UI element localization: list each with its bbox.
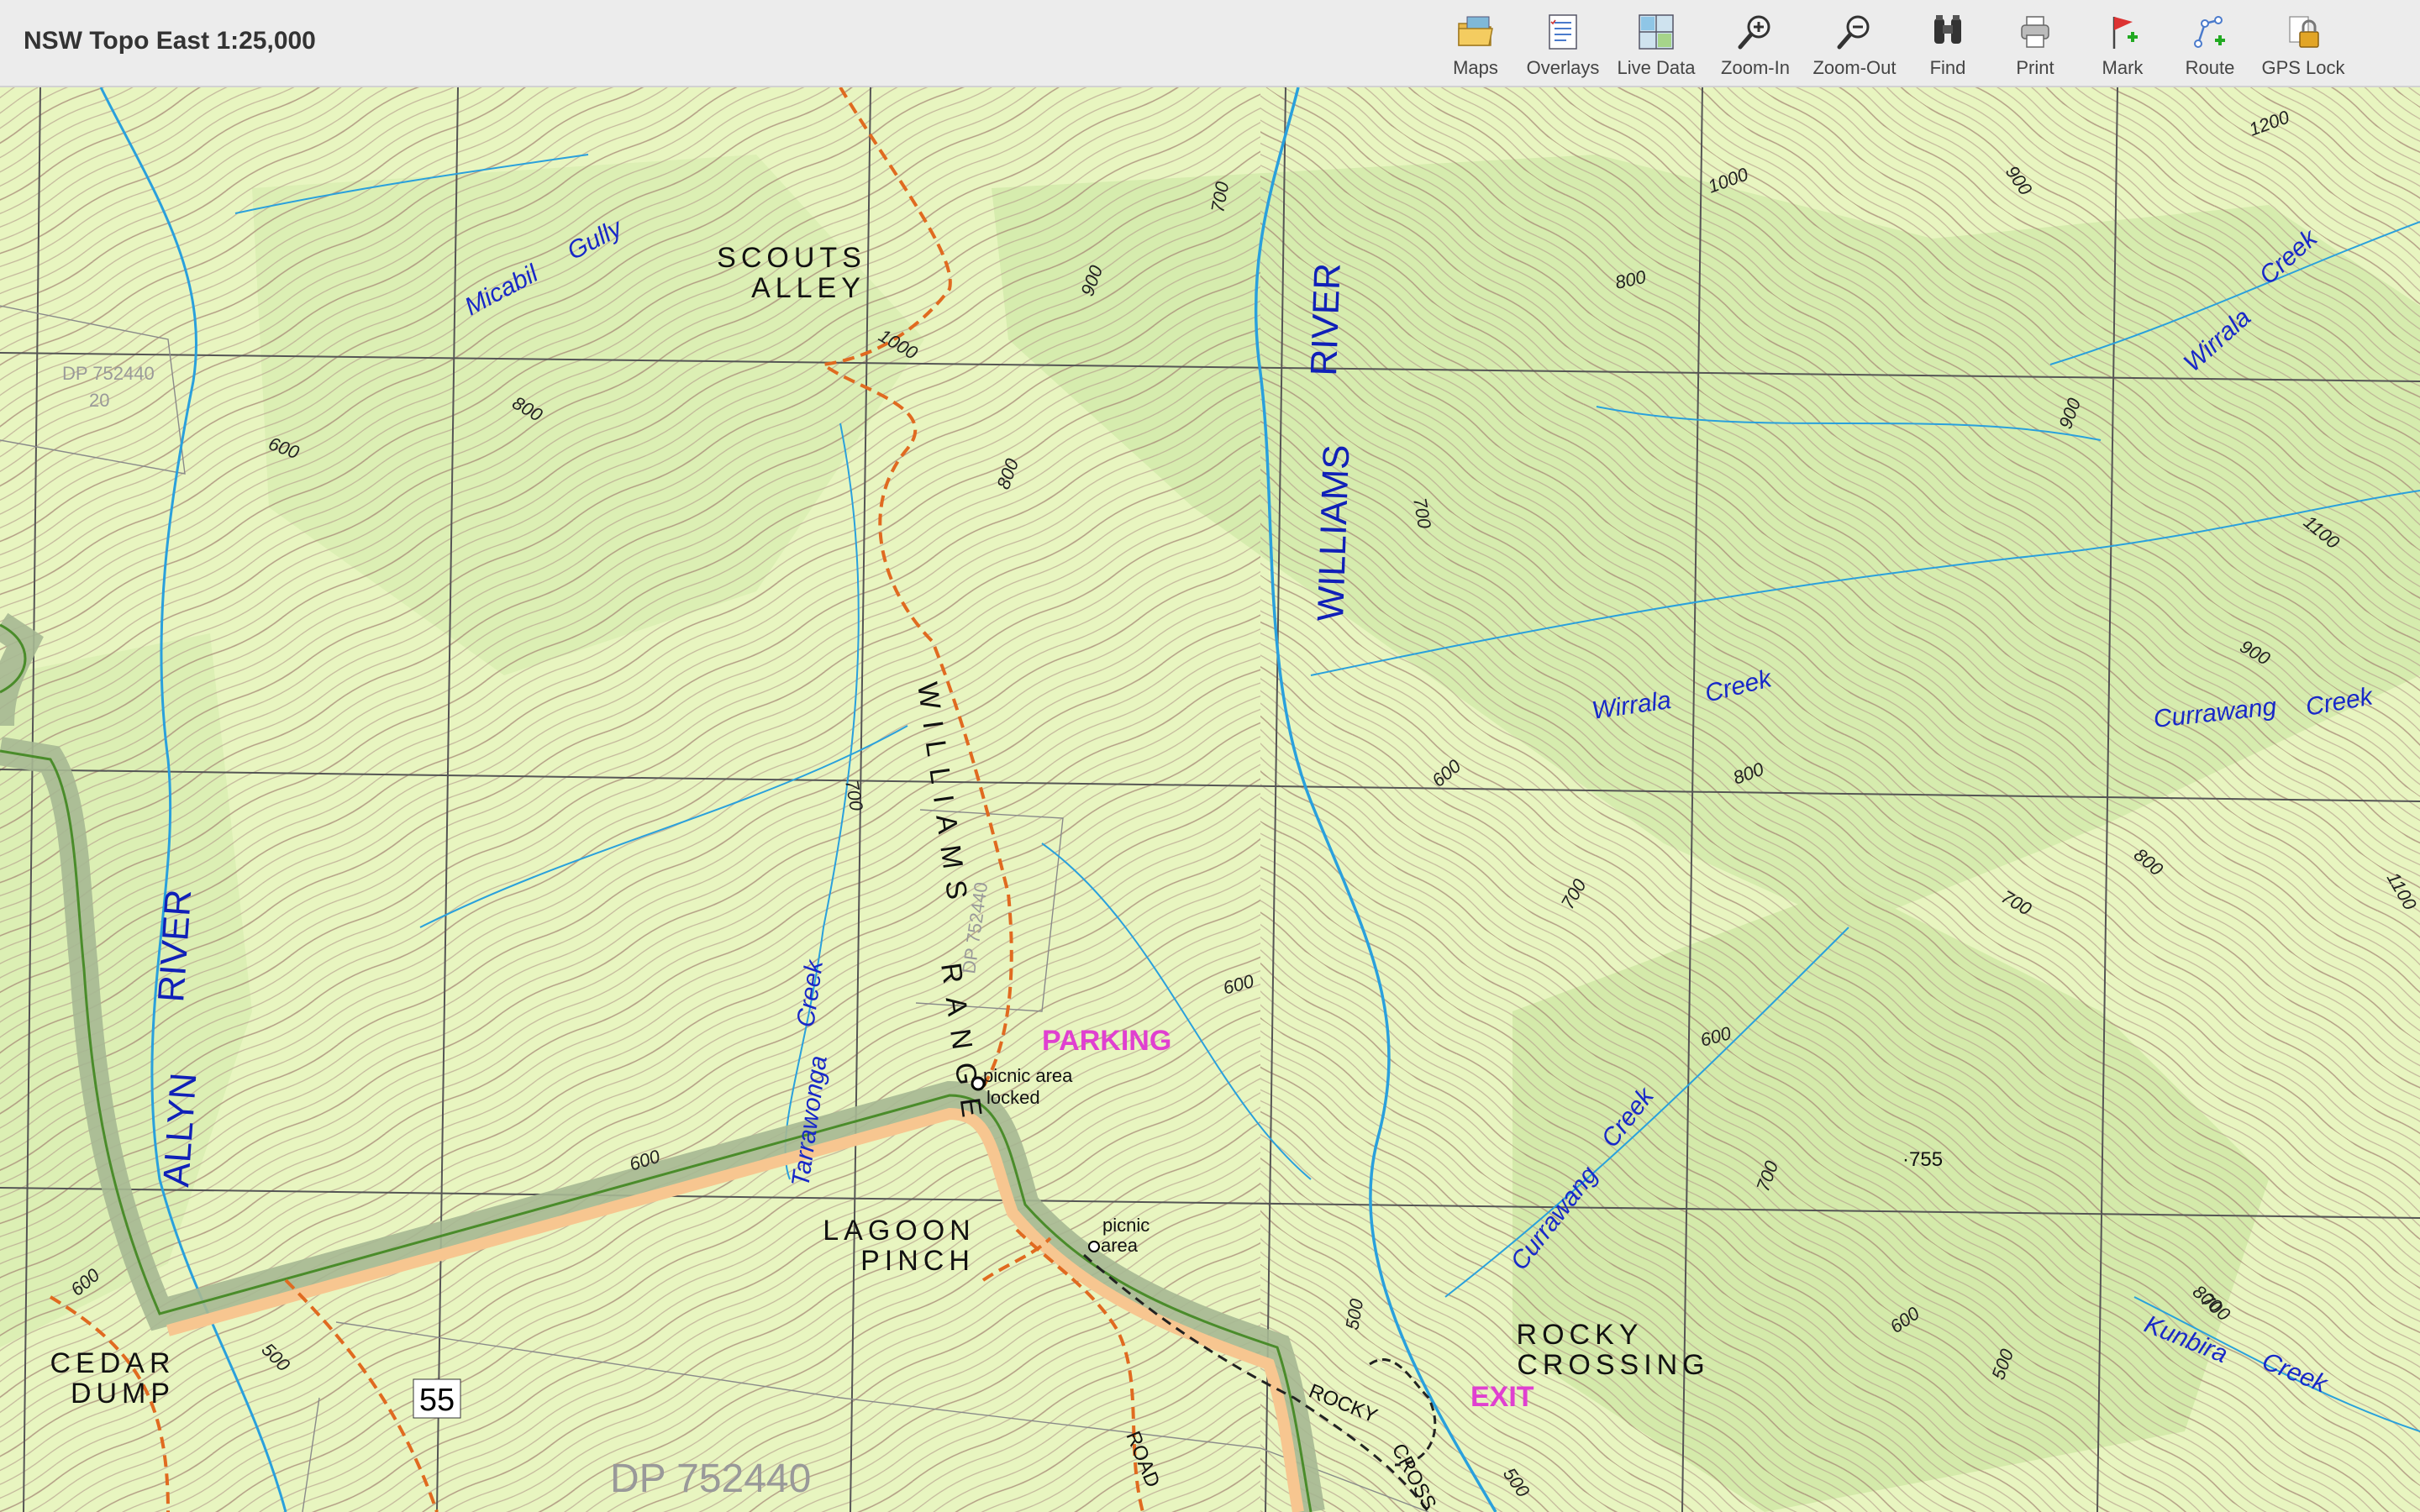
williams-river-label-2: WILLIAMS <box>1310 444 1357 622</box>
binoculars-icon <box>1934 15 1961 44</box>
route-55-label: 55 <box>419 1383 455 1418</box>
maps-label: Maps <box>1453 57 1498 78</box>
find-label: Find <box>1929 57 1966 78</box>
zoom-out-icon <box>1837 15 1870 50</box>
picnic-area-label-2: area <box>1101 1235 1139 1256</box>
dp-large-label: DP 752440 <box>610 1457 811 1501</box>
maps-button[interactable]: Maps <box>1432 12 1519 79</box>
topo-map[interactable]: 55 SCOUTS ALLEY LAGOON PINCH CEDAR DUMP … <box>0 87 2420 1512</box>
zoom-out-label: Zoom-Out <box>1812 57 1897 78</box>
zoom-in-button[interactable]: Zoom-In <box>1706 12 1805 79</box>
rocky-crossing-line1: ROCKY <box>1517 1319 1644 1351</box>
overlays-button[interactable]: Overlays <box>1519 12 1607 79</box>
dp-small-label: DP 752440 <box>62 363 155 384</box>
print-button[interactable]: Print <box>1991 12 2079 79</box>
williams-river-label-1: RIVER <box>1303 262 1349 376</box>
picnic-area-marker[interactable] <box>1088 1241 1100 1252</box>
cedar-dump-line2: DUMP <box>71 1378 175 1410</box>
overlays-label: Overlays <box>1526 57 1600 78</box>
picnic-area-label-1: picnic <box>1102 1215 1150 1236</box>
gps-lock-button[interactable]: GPS Lock <box>2254 12 2353 79</box>
app-title: NSW Topo East 1:25,000 <box>24 27 316 55</box>
mark-label: Mark <box>2102 57 2144 78</box>
lagoon-pinch-line2: PINCH <box>860 1245 975 1277</box>
allyn-river-label-1: RIVER <box>150 888 199 1004</box>
find-button[interactable]: Find <box>1904 12 1991 79</box>
route-label: Route <box>2185 57 2235 78</box>
toolbar: NSW Topo East 1:25,000 Maps Overlays Liv… <box>0 0 2420 87</box>
lagoon-pinch-line1: LAGOON <box>823 1215 975 1247</box>
route-icon <box>2194 16 2225 48</box>
overlays-list-icon <box>1549 14 1577 50</box>
zoom-out-button[interactable]: Zoom-Out <box>1805 12 1904 79</box>
live-data-button[interactable]: Live Data <box>1607 12 1706 79</box>
gps-lock-icon <box>2289 16 2319 48</box>
cedar-dump-line1: CEDAR <box>50 1347 175 1379</box>
map-canvas[interactable]: 55 SCOUTS ALLEY LAGOON PINCH CEDAR DUMP … <box>0 87 2420 1512</box>
scouts-alley-line1: SCOUTS <box>717 242 866 274</box>
flag-mark-icon <box>2112 17 2138 49</box>
zoom-in-label: Zoom-In <box>1721 57 1790 78</box>
route-button[interactable]: Route <box>2166 12 2254 79</box>
live-data-label: Live Data <box>1617 57 1696 78</box>
gps-lock-label: GPS Lock <box>2261 57 2345 78</box>
print-label: Print <box>2016 57 2054 78</box>
scouts-alley-line2: ALLEY <box>751 272 865 304</box>
toolbar-buttons: Maps Overlays Live Data Zoom-In Zoom-Out… <box>1432 12 2353 79</box>
printer-icon <box>2021 16 2049 48</box>
allyn-river-label-2: ALLYN <box>155 1071 204 1188</box>
picnic-locked-label-2: locked <box>986 1087 1040 1108</box>
mark-button[interactable]: Mark <box>2079 12 2166 79</box>
folder-maps-icon <box>1458 16 1493 46</box>
spot-height-755: ·755 <box>1902 1148 1943 1171</box>
dp-small-num: 20 <box>89 390 109 411</box>
zoom-in-icon <box>1738 15 1770 50</box>
parking-label: PARKING <box>1042 1025 1171 1057</box>
rocky-crossing-line2: CROSSING <box>1517 1349 1709 1381</box>
live-data-grid-icon <box>1639 14 1674 50</box>
exit-label: EXIT <box>1470 1381 1534 1413</box>
picnic-locked-label-1: picnic area <box>983 1065 1073 1086</box>
